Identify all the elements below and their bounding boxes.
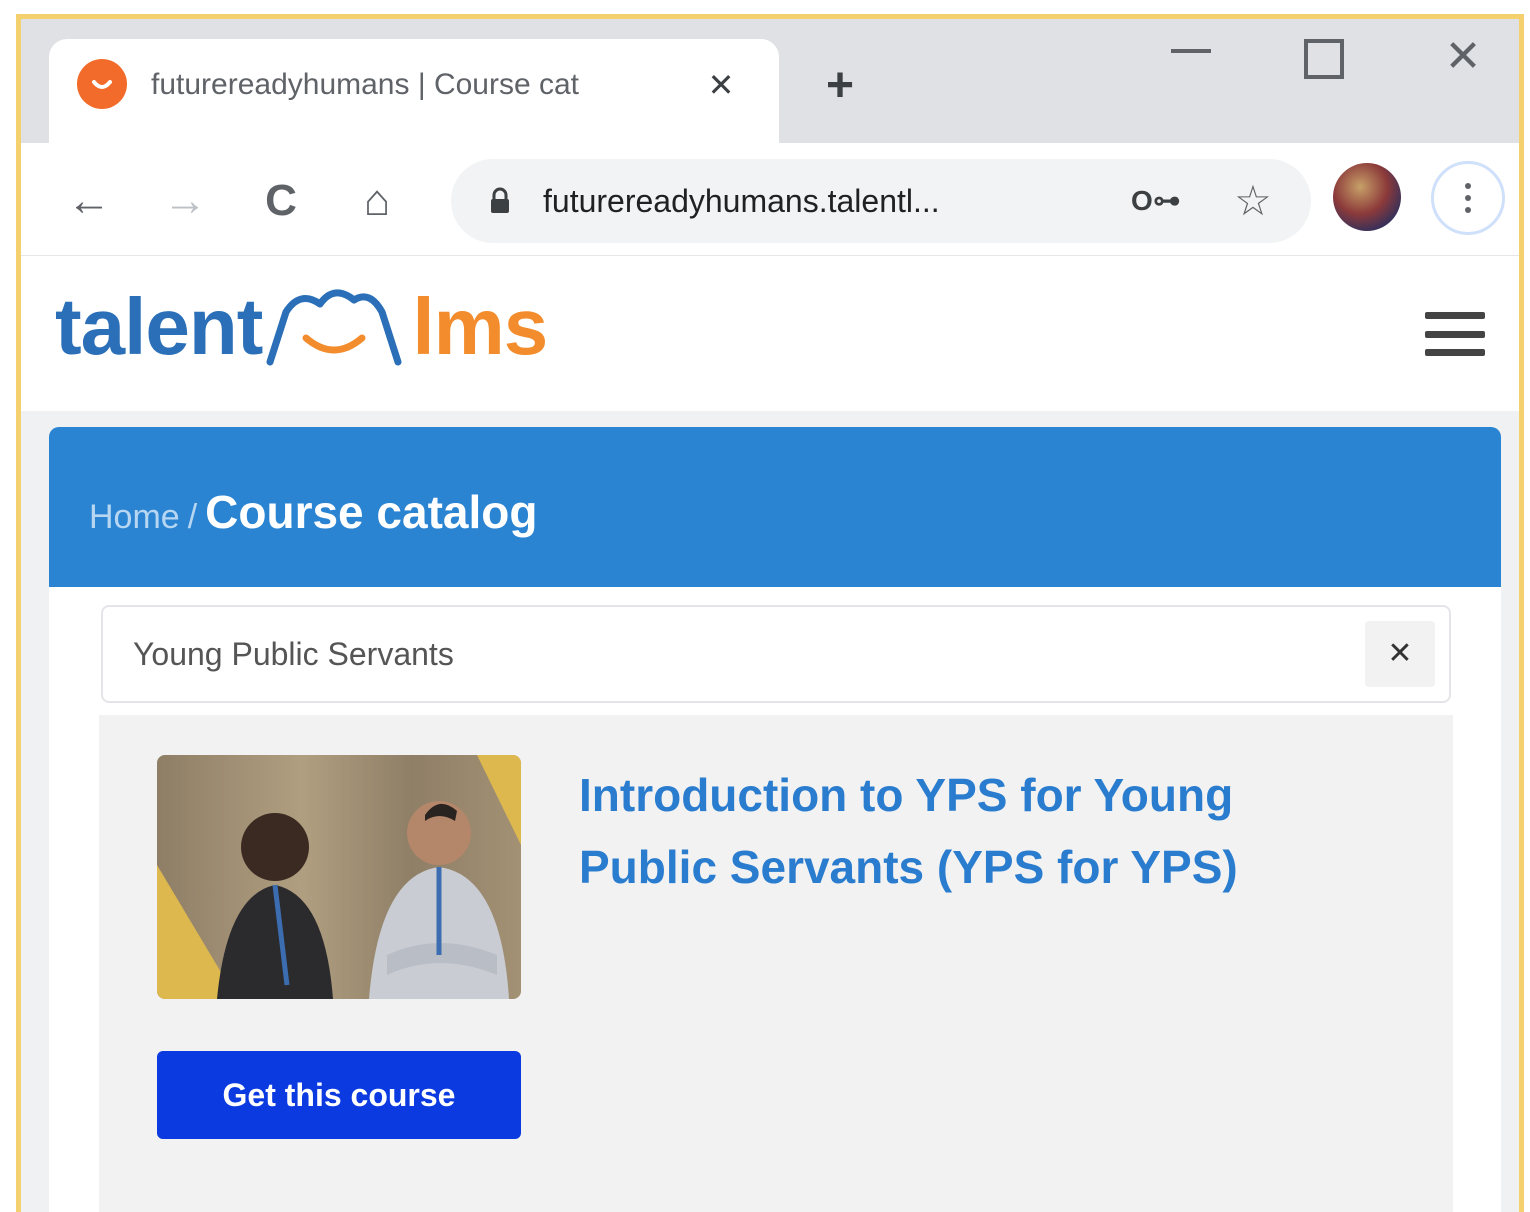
back-arrow-icon[interactable]: ← bbox=[61, 173, 117, 229]
site-header: talent lms bbox=[21, 255, 1519, 411]
breadcrumb-separator: / bbox=[187, 498, 198, 536]
course-thumbnail[interactable] bbox=[157, 755, 521, 999]
logo-text-lms: lms bbox=[412, 282, 548, 371]
course-search: ✕ bbox=[101, 605, 1451, 703]
star-icon[interactable]: ☆ bbox=[1229, 177, 1277, 225]
plus-icon[interactable]: + bbox=[816, 62, 864, 112]
talentlms-logo[interactable]: talent lms bbox=[55, 282, 548, 372]
minimize-button[interactable] bbox=[1171, 49, 1211, 53]
home-icon[interactable]: ⌂ bbox=[349, 173, 405, 229]
search-input[interactable] bbox=[133, 627, 1313, 681]
course-title-link[interactable]: Introduction to YPS for Young Public Ser… bbox=[579, 759, 1339, 903]
hamburger-icon[interactable] bbox=[1425, 312, 1485, 356]
maximize-button[interactable] bbox=[1304, 39, 1344, 79]
reload-icon[interactable]: C bbox=[253, 173, 309, 229]
logo-cloud-icon bbox=[266, 289, 402, 366]
logo-text-talent: talent bbox=[55, 282, 263, 371]
breadcrumb-home-link[interactable]: Home bbox=[89, 498, 180, 537]
breadcrumb-banner: Home / Course catalog bbox=[49, 427, 1501, 587]
tab-strip: futurereadyhumans | Course cat ✕ + ✕ bbox=[21, 19, 1519, 143]
favicon-icon bbox=[77, 59, 127, 109]
lock-icon[interactable] bbox=[489, 187, 511, 215]
key-icon[interactable]: O⊶ bbox=[1131, 181, 1181, 221]
close-icon[interactable]: ✕ bbox=[701, 65, 741, 105]
url-text[interactable]: futurereadyhumans.talentl... bbox=[543, 181, 1103, 221]
avatar[interactable] bbox=[1333, 163, 1401, 231]
course-card: Introduction to YPS for Young Public Ser… bbox=[99, 715, 1453, 1212]
tab-title: futurereadyhumans | Course cat bbox=[151, 68, 580, 101]
more-vert-icon[interactable] bbox=[1431, 161, 1505, 235]
breadcrumb: Home / Course catalog bbox=[89, 485, 537, 545]
clear-search-button[interactable]: ✕ bbox=[1365, 621, 1435, 687]
forward-arrow-icon[interactable]: → bbox=[157, 173, 213, 229]
browser-window: futurereadyhumans | Course cat ✕ + ✕ ← →… bbox=[16, 14, 1524, 1212]
browser-toolbar: ← → C ⌂ futurereadyhumans.talentl... O⊶ … bbox=[21, 143, 1519, 255]
address-bar[interactable]: futurereadyhumans.talentl... O⊶ ☆ bbox=[451, 159, 1311, 243]
course-photo bbox=[157, 755, 521, 999]
page-title: Course catalog bbox=[205, 486, 538, 538]
get-this-course-button[interactable]: Get this course bbox=[157, 1051, 521, 1139]
window-close-button[interactable]: ✕ bbox=[1441, 35, 1485, 79]
